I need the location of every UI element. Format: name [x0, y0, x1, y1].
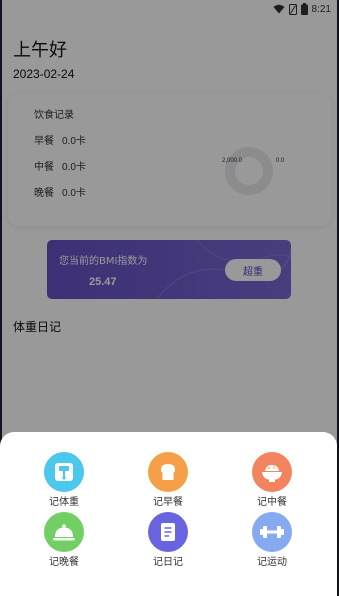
action-label: 记体重 — [49, 497, 79, 508]
action-circle — [148, 512, 188, 552]
cloche-icon — [53, 524, 75, 541]
record-breakfast-button[interactable]: 记早餐 — [133, 452, 203, 508]
action-circle — [252, 452, 292, 492]
action-circle — [44, 512, 84, 552]
record-lunch-button[interactable]: 记中餐 — [237, 452, 307, 508]
action-label: 记日记 — [153, 557, 183, 568]
action-label: 记早餐 — [153, 497, 183, 508]
action-circle — [252, 512, 292, 552]
record-weight-button[interactable]: 记体重 — [29, 452, 99, 508]
dumbbell-icon — [260, 526, 284, 538]
notebook-icon — [161, 523, 175, 541]
scale-icon — [55, 463, 73, 481]
record-diary-button[interactable]: 记日记 — [133, 512, 203, 568]
bread-icon — [161, 464, 175, 480]
action-label: 记中餐 — [257, 497, 287, 508]
action-label: 记晚餐 — [49, 557, 79, 568]
action-circle — [44, 452, 84, 492]
action-label: 记运动 — [257, 557, 287, 568]
record-dinner-button[interactable]: 记晚餐 — [29, 512, 99, 568]
rice-bowl-icon — [262, 465, 282, 482]
action-circle — [148, 452, 188, 492]
add-record-sheet: 记体重 记早餐 记中餐 记晚餐 记日记 记运动 — [0, 432, 337, 596]
record-exercise-button[interactable]: 记运动 — [237, 512, 307, 568]
